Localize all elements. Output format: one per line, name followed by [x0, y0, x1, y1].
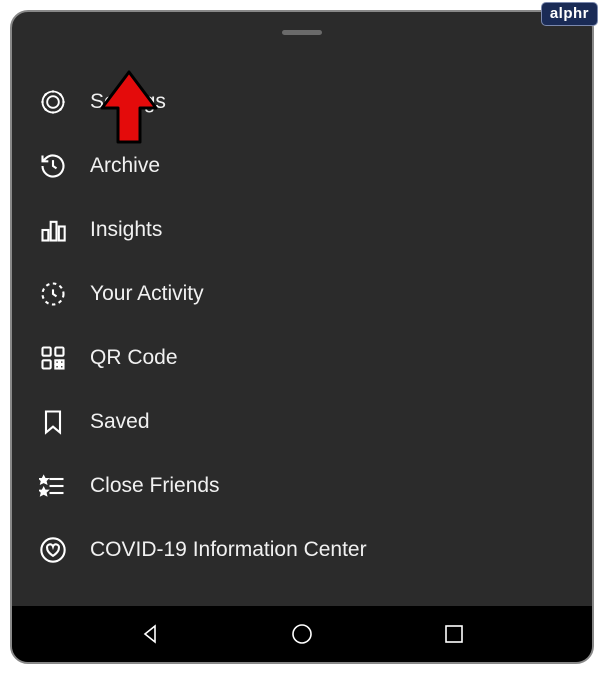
options-menu: Settings Archive Insights Your Activity — [12, 60, 592, 606]
menu-label: Insights — [90, 218, 162, 242]
menu-label: Archive — [90, 154, 160, 178]
menu-item-qr-code[interactable]: QR Code — [12, 326, 592, 390]
heart-circle-icon — [38, 535, 68, 565]
menu-label: Close Friends — [90, 474, 220, 498]
menu-label: Your Activity — [90, 282, 204, 306]
alphr-watermark: alphr — [541, 2, 598, 26]
device-frame: Settings Archive Insights Your Activity — [10, 10, 594, 664]
drag-handle[interactable] — [282, 30, 322, 35]
qr-code-icon — [38, 343, 68, 373]
menu-label: Settings — [90, 90, 166, 114]
menu-label: COVID-19 Information Center — [90, 538, 367, 562]
nav-home-button[interactable] — [289, 621, 315, 647]
menu-item-saved[interactable]: Saved — [12, 390, 592, 454]
menu-item-archive[interactable]: Archive — [12, 134, 592, 198]
menu-label: QR Code — [90, 346, 178, 370]
history-icon — [38, 151, 68, 181]
menu-item-your-activity[interactable]: Your Activity — [12, 262, 592, 326]
bookmark-icon — [38, 407, 68, 437]
nav-recent-button[interactable] — [441, 621, 467, 647]
watermark-label: alphr — [550, 5, 589, 22]
menu-item-settings[interactable]: Settings — [12, 70, 592, 134]
menu-label: Saved — [90, 410, 150, 434]
nav-back-button[interactable] — [138, 621, 164, 647]
menu-item-close-friends[interactable]: Close Friends — [12, 454, 592, 518]
gear-icon — [38, 87, 68, 117]
android-navbar — [12, 606, 592, 662]
clock-icon — [38, 279, 68, 309]
menu-item-insights[interactable]: Insights — [12, 198, 592, 262]
menu-item-covid-info[interactable]: COVID-19 Information Center — [12, 518, 592, 582]
list-star-icon — [38, 471, 68, 501]
bar-chart-icon — [38, 215, 68, 245]
